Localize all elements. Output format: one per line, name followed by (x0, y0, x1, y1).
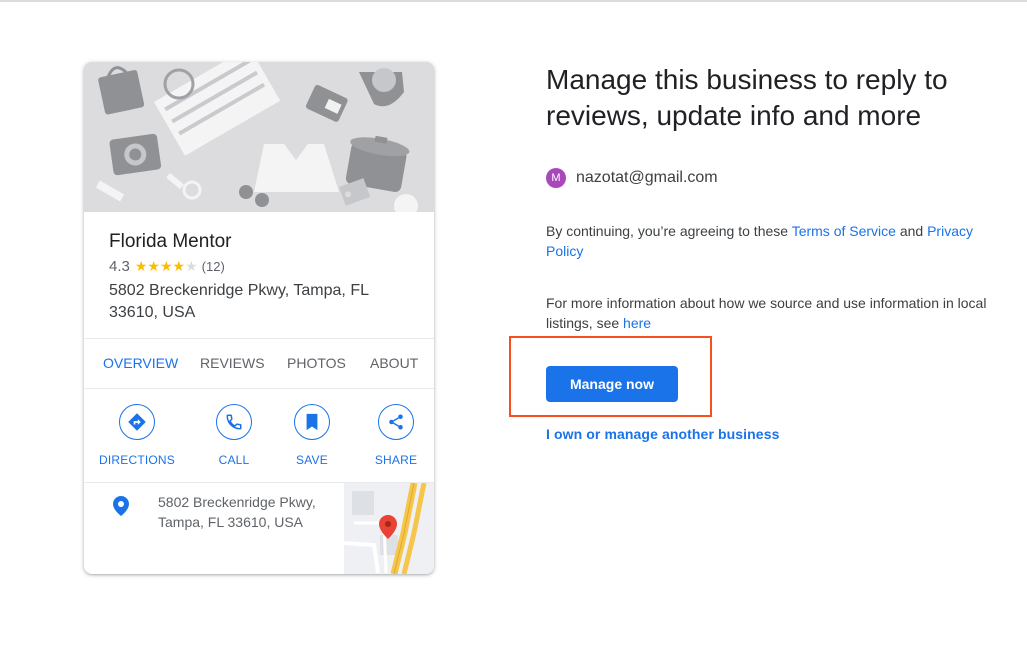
card-tabs: OVERVIEW REVIEWS PHOTOS ABOUT (84, 342, 434, 388)
terms-text: By continuing, you’re agreeing to these … (546, 221, 996, 261)
tab-overview[interactable]: OVERVIEW (103, 342, 178, 388)
location-pin-icon (113, 496, 129, 521)
star-rating: ★ ★ ★ ★ ★ (135, 259, 198, 273)
directions-icon (119, 404, 155, 440)
star-empty-icon: ★ (185, 258, 198, 274)
map-address: 5802 Breckenridge Pkwy, Tampa, FL 33610,… (158, 492, 348, 532)
business-name: Florida Mentor (109, 231, 232, 252)
page-headline: Manage this business to reply to reviews… (546, 64, 948, 131)
terms-prefix: By continuing, you’re agreeing to these (546, 223, 792, 239)
map-address-line-2: Tampa, FL 33610, USA (158, 514, 304, 530)
call-button[interactable]: CALL (189, 404, 279, 467)
account-chip: M nazotat@gmail.com (546, 168, 718, 188)
directions-label: DIRECTIONS (98, 453, 175, 467)
phone-icon (216, 404, 252, 440)
terms-and: and (895, 223, 928, 239)
card-actions: DIRECTIONS CALL SAVE SHARE (84, 390, 434, 482)
share-icon (378, 404, 414, 440)
info-here-link[interactable]: here (623, 315, 651, 331)
business-info: Florida Mentor 4.3 ★ ★ ★ ★ ★ (12) 5802 B… (109, 230, 419, 324)
divider (84, 338, 434, 339)
share-label: SHARE (374, 453, 418, 467)
map-thumbnail[interactable] (343, 482, 434, 574)
tab-reviews[interactable]: REVIEWS (200, 342, 265, 388)
account-email: nazotat@gmail.com (576, 169, 718, 186)
star-filled-icon: ★ (172, 258, 186, 274)
share-button[interactable]: SHARE (351, 404, 434, 467)
address-line-1: 5802 Breckenridge Pkwy, Tampa, FL (109, 282, 369, 299)
review-count[interactable]: (12) (202, 259, 225, 274)
tab-photos[interactable]: PHOTOS (287, 342, 346, 388)
star-filled-icon: ★ (147, 258, 160, 274)
manage-now-button[interactable]: Manage now (546, 366, 678, 402)
business-cover-illustration (84, 62, 434, 212)
top-border (0, 0, 1027, 2)
address-line-2: 33610, USA (109, 304, 196, 321)
rating-value: 4.3 (109, 257, 130, 275)
save-label: SAVE (296, 453, 328, 467)
star-filled-icon: ★ (134, 258, 148, 274)
business-address: 5802 Breckenridge Pkwy, Tampa, FL 33610,… (109, 280, 399, 324)
tab-about[interactable]: ABOUT (370, 342, 418, 388)
terms-of-service-link[interactable]: Terms of Service (792, 223, 896, 239)
avatar: M (546, 168, 566, 188)
manage-another-business-link[interactable]: I own or manage another business (546, 426, 779, 442)
call-label: CALL (218, 453, 250, 467)
info-body: For more information about how we source… (546, 295, 987, 331)
rating-row: 4.3 ★ ★ ★ ★ ★ (12) (109, 256, 419, 276)
info-text: For more information about how we source… (546, 293, 996, 333)
directions-button[interactable]: DIRECTIONS (92, 404, 182, 467)
divider (84, 388, 434, 389)
bookmark-icon (294, 404, 330, 440)
map-address-line-1: 5802 Breckenridge Pkwy, (158, 494, 316, 510)
business-card: Florida Mentor 4.3 ★ ★ ★ ★ ★ (12) 5802 B… (84, 62, 434, 574)
star-filled-icon: ★ (159, 258, 173, 274)
map-row: 5802 Breckenridge Pkwy, Tampa, FL 33610,… (84, 482, 434, 574)
save-button[interactable]: SAVE (267, 404, 357, 467)
